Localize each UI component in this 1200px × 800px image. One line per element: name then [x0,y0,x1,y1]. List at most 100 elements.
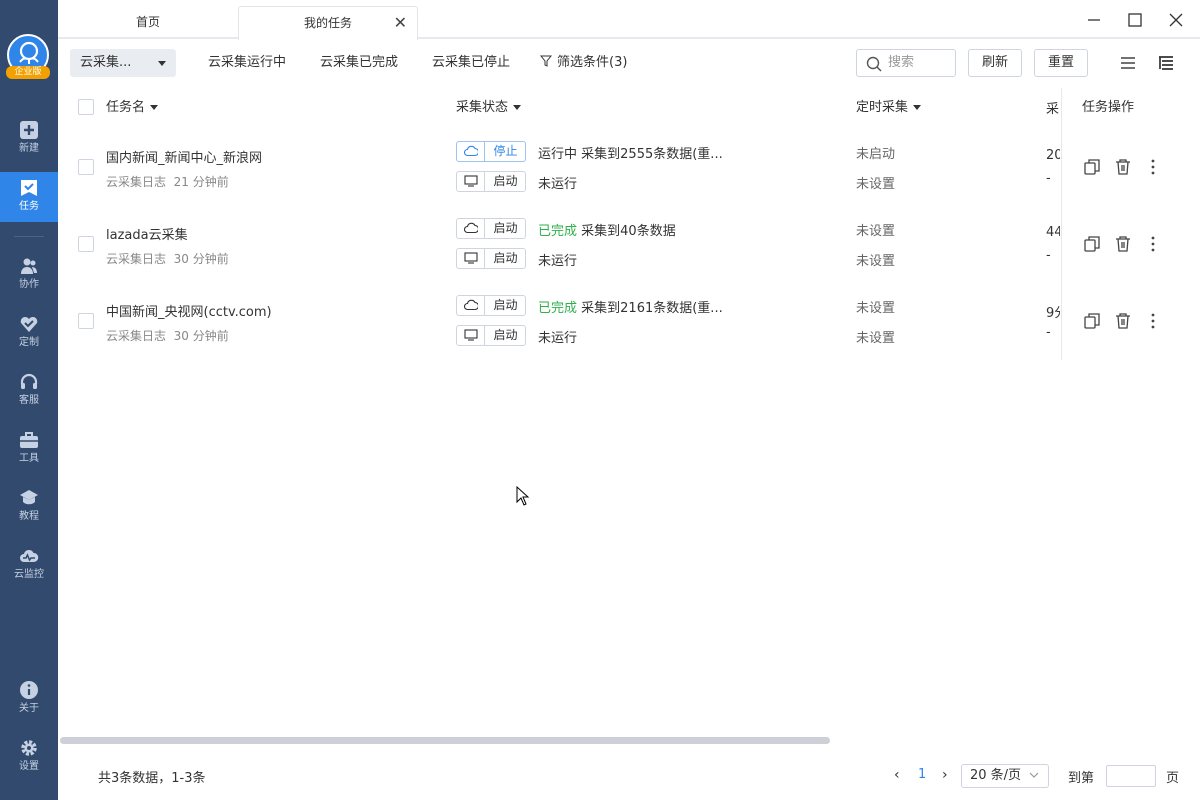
filter-cloud-running[interactable]: 云采集运行中 [208,49,286,77]
cloud-state: 运行中 [538,147,578,162]
search-input[interactable]: 搜索 [856,49,956,77]
delete-icon[interactable] [1114,158,1132,176]
sidebar-item-label: 工具 [19,453,39,464]
page-size-value: 20 条/页 [970,768,1022,783]
sidebar-item-support[interactable]: 客服 [0,366,58,416]
maximize-icon[interactable] [1123,8,1147,32]
next-page-button[interactable]: › [942,767,948,783]
cloud-icon [464,222,478,234]
heart-check-icon [20,316,38,332]
more-vertical-icon[interactable] [1144,312,1162,330]
more-vertical-icon[interactable] [1144,158,1162,176]
local-start-label: 启动 [493,174,518,188]
cloud-stop-label: 停止 [493,144,518,158]
schedule-cloud: 未启动 [856,147,896,162]
column-header-schedule[interactable]: 定时采集 [856,98,922,118]
sidebar-item-cloud-monitor[interactable]: 云监控 [0,540,58,590]
octopus-logo-icon [19,41,39,64]
tab-my-tasks[interactable]: 我的任务 ✕ [238,6,418,40]
tab-home[interactable]: 首页 [60,6,236,39]
cloud-state: 已完成 [538,224,578,239]
filter-conditions-button[interactable]: 筛选条件(3) [539,49,628,77]
window-close-icon[interactable] [1164,8,1188,32]
task-name[interactable]: lazada云采集 [106,224,188,243]
close-icon[interactable]: ✕ [394,7,407,39]
local-start-button[interactable]: 启动 [456,171,526,192]
minimize-icon[interactable] [1082,8,1106,32]
sidebar-item-custom[interactable]: 定制 [0,308,58,358]
reset-button[interactable]: 重置 [1034,49,1088,77]
select-all-checkbox[interactable] [78,99,94,115]
page-number-1[interactable]: 1 [918,767,926,782]
sidebar-item-tools[interactable]: 工具 [0,424,58,474]
copy-icon[interactable] [1083,158,1101,176]
task-time: 21 分钟前 [173,175,229,189]
cloud-start-button[interactable]: 启动 [456,218,526,239]
column-header-label: 任务名 [106,100,146,115]
sort-caret-icon [150,105,159,110]
prev-page-button[interactable]: ‹ [894,767,900,783]
local-start-button[interactable]: 启动 [456,248,526,269]
sidebar-item-about[interactable]: 关于 [0,674,58,724]
sidebar-item-label: 教程 [19,511,39,522]
sidebar-item-tutorial[interactable]: 教程 [0,482,58,532]
toolbox-icon [20,432,38,448]
cloud-log-link[interactable]: 云采集日志 [106,252,166,266]
filter-conditions-label: 筛选条件(3) [557,55,628,70]
cloud-icon [464,299,478,311]
list-view-icon[interactable] [1119,54,1137,72]
sidebar-item-tasks[interactable]: 任务 [0,172,58,222]
sidebar-item-label: 定制 [19,337,39,348]
sidebar-item-new[interactable]: 新建 [0,114,58,164]
schedule-local: 未设置 [856,177,896,192]
clipped-cell: - [1046,248,1051,263]
cloud-status: 已完成 采集到2161条数据(重... [538,297,723,316]
local-start-label: 启动 [493,251,518,265]
task-name[interactable]: 中国新闻_央视网(cctv.com) [106,301,272,320]
goto-page-input[interactable] [1106,765,1156,787]
column-header-status[interactable]: 采集状态 [456,98,522,118]
cloud-filter-dropdown[interactable]: 云采集... [70,49,176,77]
sidebar-item-label: 协作 [19,279,39,290]
clipped-column: 采 20 - 44 - 9分 - [1046,98,1060,348]
enterprise-badge: 企业版 [6,66,50,79]
cloud-log-link[interactable]: 云采集日志 [106,175,166,189]
sort-caret-icon [513,105,522,110]
clipped-cell: - [1046,325,1051,340]
page-size-select[interactable]: 20 条/页 [961,764,1049,788]
cloud-start-label: 启动 [493,221,518,235]
clipped-header: 采 [1046,102,1060,117]
copy-icon[interactable] [1083,312,1101,330]
column-header-task-name[interactable]: 任务名 [106,98,159,118]
schedule-local: 未设置 [856,331,896,346]
sidebar-item-label: 云监控 [14,569,44,580]
monitor-icon [464,252,478,264]
row-checkbox[interactable] [78,313,94,329]
task-name[interactable]: 国内新闻_新闻中心_新浪网 [106,147,262,166]
filter-cloud-completed[interactable]: 云采集已完成 [320,49,398,77]
delete-icon[interactable] [1114,312,1132,330]
refresh-button[interactable]: 刷新 [968,49,1022,77]
copy-icon[interactable] [1083,235,1101,253]
sidebar-item-label: 新建 [19,143,39,154]
row-checkbox[interactable] [78,159,94,175]
tree-view-icon[interactable] [1157,54,1175,72]
row-checkbox[interactable] [78,236,94,252]
local-status: 未运行 [538,254,578,269]
horizontal-scrollbar[interactable] [60,737,830,744]
cloud-log-link[interactable]: 云采集日志 [106,329,166,343]
cloud-stop-button[interactable]: 停止 [456,141,526,162]
delete-icon[interactable] [1114,235,1132,253]
sidebar: 企业版 新建 任务 协作 定制 客服 工具 教程 云监控 关于 设置 [0,0,58,800]
cloud-start-button[interactable]: 启动 [456,295,526,316]
people-icon [21,258,37,274]
sidebar-item-collaborate[interactable]: 协作 [0,250,58,300]
local-status: 未运行 [538,177,578,192]
filter-cloud-stopped[interactable]: 云采集已停止 [432,49,510,77]
local-start-button[interactable]: 启动 [456,325,526,346]
more-vertical-icon[interactable] [1144,235,1162,253]
schedule-cloud: 未设置 [856,301,896,316]
sidebar-item-settings[interactable]: 设置 [0,732,58,782]
sidebar-item-label: 设置 [19,761,39,772]
cloud-status: 运行中 采集到2555条数据(重... [538,143,723,162]
